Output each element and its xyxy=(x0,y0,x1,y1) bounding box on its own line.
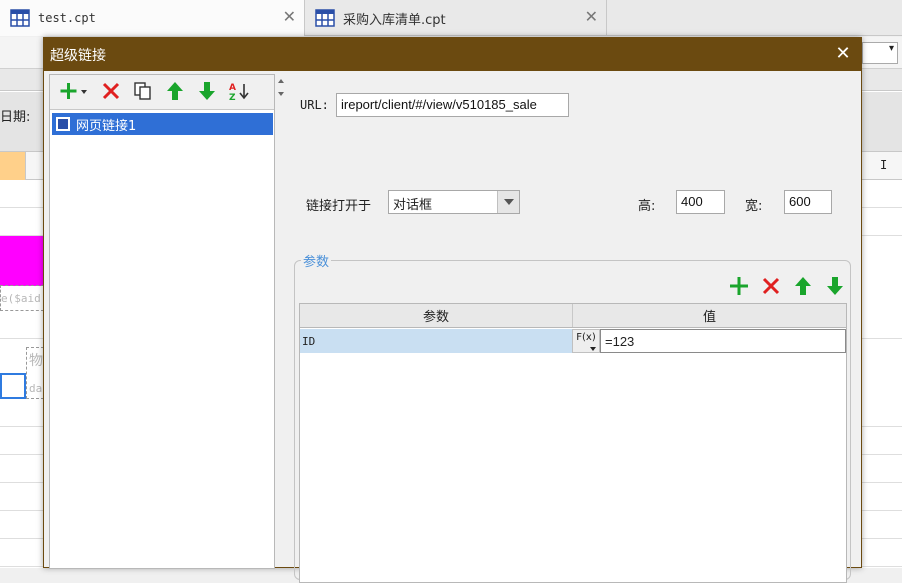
width-label: 宽: xyxy=(745,199,763,214)
move-up-button[interactable] xyxy=(162,78,188,104)
params-group-label: 参数 xyxy=(301,251,332,270)
ghost-text: 物 xyxy=(29,353,43,369)
url-label: URL: xyxy=(300,98,329,112)
table-row[interactable]: ID F(x) =123 xyxy=(300,329,846,353)
copy-link-button[interactable] xyxy=(130,78,156,104)
web-link-icon xyxy=(56,117,70,131)
hyperlink-dialog: 超级链接 ✕ A Z 网页链接1 URL: ireport/client/#/v… xyxy=(43,37,862,583)
add-icon xyxy=(60,83,87,99)
params-table-header: 参数 值 xyxy=(300,304,846,328)
move-down-icon xyxy=(827,277,843,295)
list-item[interactable]: 网页链接1 xyxy=(52,113,273,135)
height-input[interactable]: 400 xyxy=(676,190,725,214)
tab-close-icon[interactable]: ✕ xyxy=(283,9,296,25)
formula-button[interactable]: F(x) xyxy=(572,329,600,353)
dialog-title: 超级链接 xyxy=(50,47,106,64)
sort-icon: A Z xyxy=(229,83,249,101)
panel-splitter[interactable] xyxy=(276,74,284,569)
param-value-input[interactable]: =123 xyxy=(600,329,846,353)
report-file-icon xyxy=(315,9,335,27)
ghost-text: e($aid xyxy=(1,292,41,305)
move-down-button[interactable] xyxy=(194,78,220,104)
dropdown-caret-icon xyxy=(497,191,519,213)
column-header-param[interactable]: 参数 xyxy=(300,304,573,327)
delete-param-button[interactable] xyxy=(758,273,784,299)
tab-label: test.cpt xyxy=(38,11,96,25)
delete-icon xyxy=(102,82,120,100)
move-up-icon xyxy=(167,82,183,100)
move-up-icon xyxy=(795,277,811,295)
column-letter: I xyxy=(880,158,888,172)
link-list: 网页链接1 xyxy=(50,109,274,568)
selected-column-cell xyxy=(0,152,26,180)
param-name-cell[interactable]: ID xyxy=(300,329,572,353)
report-file-icon xyxy=(10,9,30,27)
dashed-cell: 物 da xyxy=(26,347,44,399)
open-in-value: 对话框 xyxy=(393,198,433,213)
dropdown-caret-icon[interactable]: ▾ xyxy=(862,42,898,64)
open-in-select[interactable]: 对话框 xyxy=(388,190,520,214)
link-settings-panel: URL: ireport/client/#/view/v510185_sale … xyxy=(284,74,861,583)
param-move-up-button[interactable] xyxy=(790,273,816,299)
copy-icon xyxy=(134,82,151,100)
list-item-label: 网页链接1 xyxy=(76,118,137,134)
dashed-cell: e($aid xyxy=(0,285,44,311)
url-input[interactable]: ireport/client/#/view/v510185_sale xyxy=(336,93,569,117)
column-header-value[interactable]: 值 xyxy=(573,304,846,327)
delete-icon xyxy=(762,277,780,295)
dialog-title-bar[interactable]: 超级链接 xyxy=(44,38,861,71)
params-group: 参数 参数 值 ID F(x) =123 xyxy=(294,251,851,583)
tab-label: 采购入库清单.cpt xyxy=(343,12,446,28)
svg-text:A: A xyxy=(229,83,236,93)
add-param-button[interactable] xyxy=(726,273,752,299)
delete-link-button[interactable] xyxy=(98,78,124,104)
params-toolbar xyxy=(726,273,848,299)
close-icon[interactable]: ✕ xyxy=(831,42,855,66)
link-list-panel: A Z 网页链接1 xyxy=(49,74,275,569)
magenta-cell xyxy=(0,236,44,286)
params-table: 参数 值 ID F(x) =123 xyxy=(299,303,847,583)
link-list-toolbar: A Z xyxy=(50,75,274,107)
dropdown-caret-icon xyxy=(590,347,596,351)
open-in-label: 链接打开于 xyxy=(306,199,372,214)
sort-button[interactable]: A Z xyxy=(226,78,252,104)
dropdown-caret-icon xyxy=(81,90,87,94)
tab-test-cpt[interactable]: test.cpt ✕ xyxy=(0,0,305,36)
formula-label: F(x) xyxy=(576,332,596,343)
date-label: 日期: xyxy=(0,110,31,125)
width-input[interactable]: 600 xyxy=(784,190,832,214)
tab-purchase-list[interactable]: 采购入库清单.cpt ✕ xyxy=(305,0,607,36)
tab-close-icon[interactable]: ✕ xyxy=(585,9,598,25)
selected-cell[interactable] xyxy=(0,373,26,399)
param-move-down-button[interactable] xyxy=(822,273,848,299)
ghost-text: da xyxy=(29,382,43,395)
height-label: 高: xyxy=(638,199,656,214)
add-icon xyxy=(730,277,748,295)
move-down-icon xyxy=(199,82,215,100)
tab-bar: test.cpt ✕ 采购入库清单.cpt ✕ xyxy=(0,0,902,36)
svg-text:Z: Z xyxy=(229,93,236,101)
add-link-button[interactable] xyxy=(58,78,92,104)
